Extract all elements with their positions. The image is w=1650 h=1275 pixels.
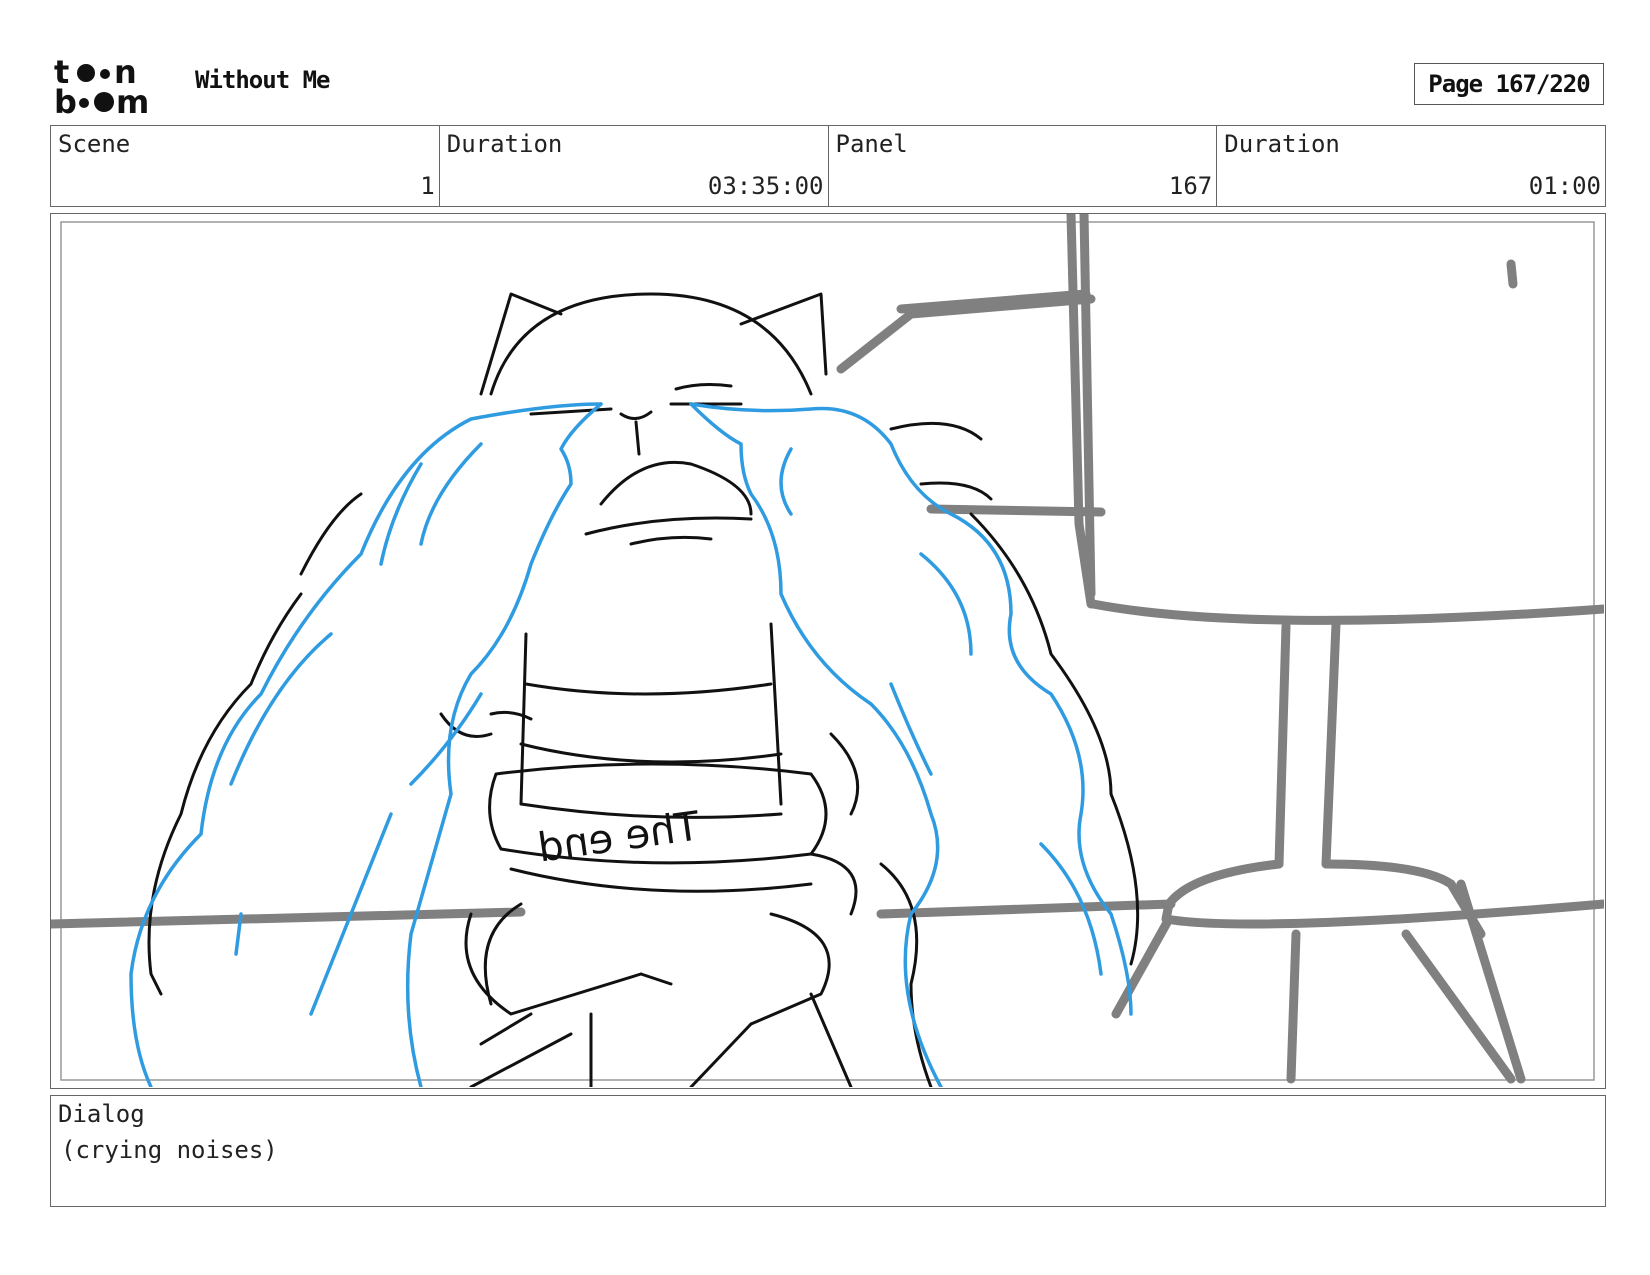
storyboard-panel: The end xyxy=(50,213,1606,1089)
panel-value: 167 xyxy=(1168,172,1213,200)
character-sketch xyxy=(147,292,1140,1087)
dialog-label: Dialog xyxy=(58,1100,145,1128)
svg-text:b: b xyxy=(54,83,77,117)
logo-mark: t n b m xyxy=(54,55,149,117)
panel-duration-label: Duration xyxy=(1224,130,1340,158)
scene-duration-cell: Duration 03:35:00 xyxy=(440,126,829,206)
scene-value: 1 xyxy=(420,172,435,200)
document-title: Without Me xyxy=(195,66,330,94)
scene-cell: Scene 1 xyxy=(51,126,440,206)
scene-duration-label: Duration xyxy=(446,130,563,158)
scene-label: Scene xyxy=(58,130,131,158)
panel-label: Panel xyxy=(835,130,908,158)
panel-duration-cell: Duration 01:00 xyxy=(1217,126,1605,206)
page-indicator: Page 167/220 xyxy=(1414,63,1604,105)
panel-info-row: Scene 1 Duration 03:35:00 Panel 167 Dura… xyxy=(50,125,1606,207)
dialog-box: Dialog (crying noises) xyxy=(50,1095,1606,1207)
panel-cell: Panel 167 xyxy=(829,126,1218,206)
panel-duration-value: 01:00 xyxy=(1528,172,1601,200)
scene-duration-value: 03:35:00 xyxy=(707,172,824,200)
svg-text:m: m xyxy=(116,83,149,117)
toon-boom-logo: t n b m xyxy=(54,55,174,117)
panel-drawing: The end xyxy=(51,214,1604,1087)
dialog-text: (crying noises) xyxy=(61,1136,278,1164)
